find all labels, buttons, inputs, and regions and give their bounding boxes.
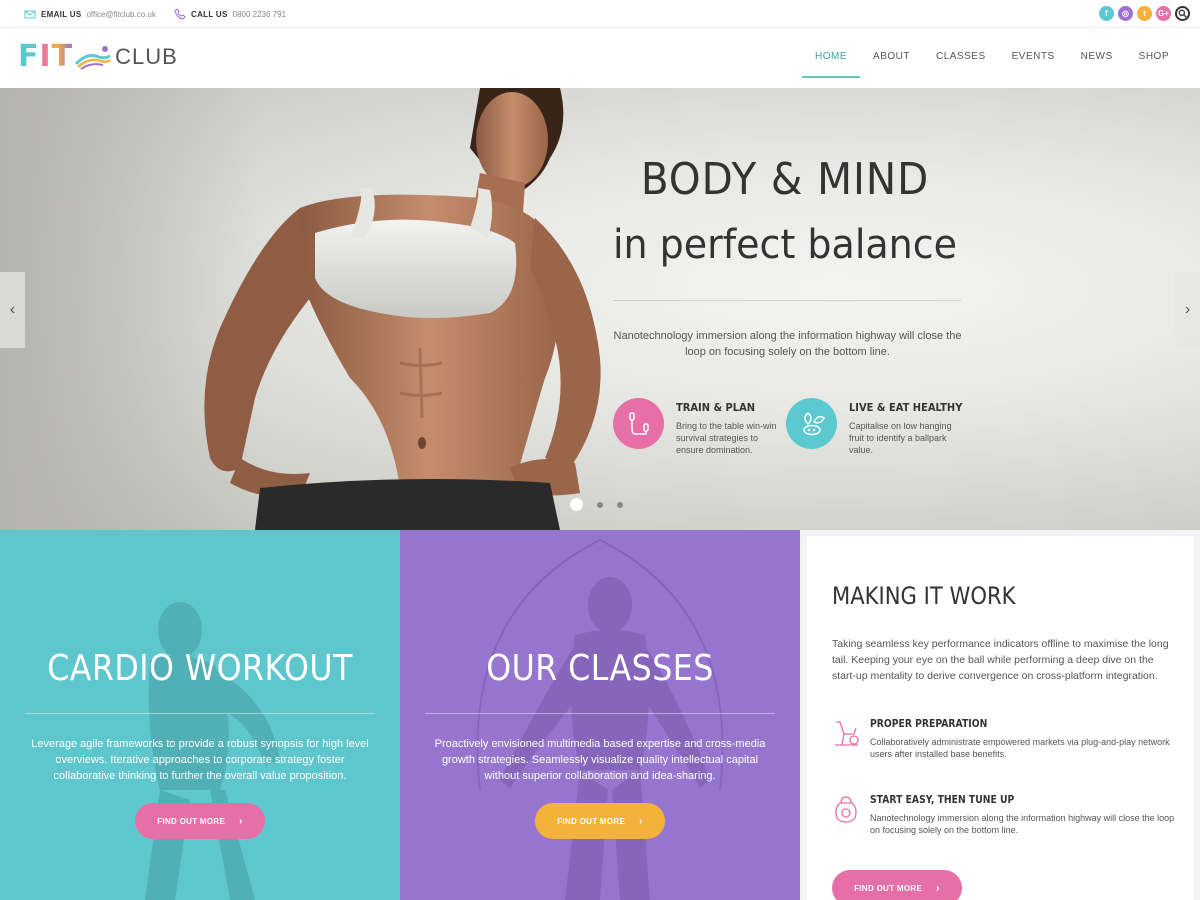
panel-divider (25, 713, 375, 714)
email-address[interactable]: office@fitclub.co.uk (86, 10, 155, 19)
main-navigation: HOME ABOUT CLASSES EVENTS NEWS SHOP (802, 28, 1182, 88)
item-text: Collaboratively administrate empowered m… (870, 737, 1170, 759)
hero-title-line2: in perfect balance (612, 222, 958, 268)
logo-sub-text: CLUB (115, 44, 178, 69)
hero-slider: BODY & MIND in perfect balance Nanotechn… (0, 88, 1200, 530)
slider-dot-1[interactable] (570, 498, 583, 511)
feature-text: Bring to the table win-win survival stra… (676, 421, 777, 455)
feature-train-plan: TRAIN & PLAN Bring to the table win-win … (613, 398, 793, 458)
jump-rope-icon (613, 398, 664, 449)
slider-pagination (570, 498, 623, 511)
healthy-food-icon (786, 398, 837, 449)
panel-text: Proactively envisioned multimedia based … (434, 738, 766, 782)
call-label: CALL US (191, 9, 228, 19)
panel-athlete-image (476, 538, 724, 900)
logo-swoosh-icon (75, 46, 111, 70)
chevron-right-icon[interactable]: › (1175, 272, 1200, 348)
item-title: START EASY, THEN TUNE UP (870, 794, 1015, 806)
slider-dot-2[interactable] (597, 501, 603, 508)
making-it-work-text: Taking seamless key performance indicato… (832, 638, 1169, 682)
feature-text: Capitalise on low hanging fruit to ident… (849, 421, 952, 455)
item-title: PROPER PREPARATION (870, 718, 988, 730)
logo-main-text: FIT (18, 39, 74, 74)
envelope-icon (24, 10, 36, 19)
chevron-right-icon: › (239, 815, 243, 827)
feature-title: LIVE & EAT HEALTHY (849, 401, 963, 414)
phone-icon (174, 8, 186, 20)
item-text: Nanotechnology immersion along the infor… (870, 813, 1175, 835)
nav-news[interactable]: NEWS (1068, 28, 1126, 78)
nav-classes[interactable]: CLASSES (923, 28, 999, 78)
panel-text: Leverage agile frameworks to provide a r… (31, 738, 369, 782)
nav-shop[interactable]: SHOP (1126, 28, 1182, 78)
feature-live-eat-healthy: LIVE & EAT HEALTHY Capitalise on low han… (786, 398, 966, 458)
hero-subtitle: Nanotechnology immersion along the infor… (613, 330, 962, 358)
cardio-workout-panel: CARDIO WORKOUT Leverage agile frameworks… (0, 530, 400, 900)
nav-events[interactable]: EVENTS (999, 28, 1068, 78)
site-logo[interactable]: FIT CLUB (18, 42, 178, 72)
nav-about[interactable]: ABOUT (860, 28, 923, 78)
kettlebell-icon (835, 796, 857, 823)
phone-number[interactable]: 0800 2236 791 (233, 10, 286, 19)
site-header: FIT CLUB HOME ABOUT CLASSES EVENTS NEWS … (0, 28, 1200, 88)
making-it-work-title: MAKING IT WORK (832, 582, 1016, 610)
facebook-icon[interactable]: f (1099, 6, 1114, 21)
classes-find-out-more-button[interactable]: FIND OUT MORE › (535, 803, 665, 839)
twitter-icon[interactable]: t (1137, 6, 1152, 21)
search-icon[interactable] (1175, 6, 1190, 21)
slider-dot-3[interactable] (617, 501, 623, 508)
cardio-find-out-more-button[interactable]: FIND OUT MORE › (135, 803, 265, 839)
exercise-bike-icon (835, 721, 859, 746)
button-label: FIND OUT MORE (854, 883, 923, 893)
chevron-left-icon[interactable]: ‹ (0, 272, 25, 348)
nav-home[interactable]: HOME (802, 28, 861, 78)
button-label: FIND OUT MORE (557, 816, 626, 826)
panel-title: OUR CLASSES (486, 648, 714, 689)
making-it-work-find-out-more-button[interactable]: FIND OUT MORE › (832, 870, 962, 900)
panel-divider (425, 713, 775, 714)
making-it-work-panel: MAKING IT WORK Taking seamless key perfo… (807, 536, 1194, 900)
our-classes-panel: OUR CLASSES Proactively envisioned multi… (400, 530, 800, 900)
chevron-right-icon: › (639, 815, 643, 827)
email-contact[interactable]: EMAIL US office@fitclub.co.uk (24, 8, 156, 20)
button-label: FIND OUT MORE (157, 816, 226, 826)
hero-divider (613, 300, 961, 301)
phone-contact[interactable]: CALL US 0800 2236 791 (174, 8, 286, 20)
email-label: EMAIL US (41, 9, 82, 19)
panel-title: CARDIO WORKOUT (47, 648, 353, 689)
feature-title: TRAIN & PLAN (676, 401, 756, 414)
chevron-right-icon: › (936, 882, 940, 894)
hero-title-line1: BODY & MIND (640, 154, 930, 205)
instagram-icon[interactable]: ◎ (1118, 6, 1133, 21)
google-plus-icon[interactable]: G+ (1156, 6, 1171, 21)
hero-athlete-image (204, 88, 601, 530)
social-links: f ◎ t G+ (1099, 6, 1190, 21)
top-bar: EMAIL US office@fitclub.co.uk CALL US 08… (0, 0, 1200, 28)
